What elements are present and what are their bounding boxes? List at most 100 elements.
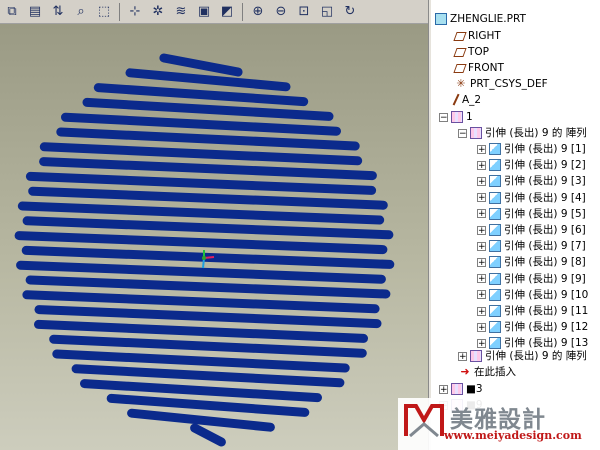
slot-feature[interactable] xyxy=(22,216,394,240)
toolbar-separator xyxy=(242,2,243,21)
tree-pattern-member[interactable]: + 引伸 (長出) 9 [4] xyxy=(477,190,586,206)
tree-item-label: 引伸 (長出) 9 [1] xyxy=(504,143,586,155)
copy-icon[interactable]: ⧉ xyxy=(2,2,22,22)
tree-pattern-member[interactable]: + 引伸 (長出) 9 [2] xyxy=(477,157,586,173)
tree-pattern-member[interactable]: + 引伸 (長出) 9 [10 xyxy=(477,287,588,303)
tree-pattern-member[interactable]: + 引伸 (長出) 9 [8] xyxy=(477,254,586,270)
tree-datum-csys[interactable]: ✳ PRT_CSYS_DEF xyxy=(455,76,548,92)
main-toolbar: ⧉ ▤ ⇅ ⌕ ⬚ ⊹ ✲ ≋ ▣ ◩ ⊕ ⊖ ⊡ ◱ ↻ xyxy=(0,0,428,24)
model-viewport[interactable] xyxy=(0,24,428,450)
expand-toggle-icon[interactable]: + xyxy=(477,225,486,235)
paste-icon[interactable]: ▤ xyxy=(25,2,45,22)
regenerate-icon[interactable]: ⇅ xyxy=(48,2,68,22)
extrude-icon xyxy=(489,191,501,204)
expand-toggle-icon[interactable]: + xyxy=(477,290,486,300)
logo-mark-icon xyxy=(404,404,444,438)
model-geometry xyxy=(14,53,395,447)
slot-feature[interactable] xyxy=(14,231,388,255)
datum-plane-icon xyxy=(453,63,467,73)
tree-datum-top[interactable]: TOP xyxy=(453,44,489,60)
slot-feature[interactable] xyxy=(127,408,275,432)
tree-pattern-2[interactable]: + 引伸 (長出) 9 的 陣列 xyxy=(458,348,587,364)
expand-toggle-icon[interactable]: + xyxy=(477,144,486,154)
find-icon[interactable]: ⌕ xyxy=(71,2,91,22)
slot-feature[interactable] xyxy=(71,364,345,388)
slot-feature[interactable] xyxy=(25,275,391,299)
tree-pattern-member[interactable]: + 引伸 (長出) 9 [7] xyxy=(477,238,586,254)
feature-icon xyxy=(451,111,463,123)
tree-item-label: 引伸 (長出) 9 [7] xyxy=(504,240,586,253)
slot-feature[interactable] xyxy=(17,201,385,225)
tree-datum-right[interactable]: RIGHT xyxy=(453,28,501,44)
expand-toggle-icon[interactable]: + xyxy=(477,241,486,251)
tree-pattern-member[interactable]: + 引伸 (長出) 9 [11 xyxy=(477,303,588,319)
sketch-icon[interactable]: ◩ xyxy=(217,2,237,22)
slot-feature[interactable] xyxy=(49,334,367,358)
spin-center-icon[interactable]: ✲ xyxy=(148,2,168,22)
tree-item-label: ■3 xyxy=(466,383,483,395)
slot-feature[interactable] xyxy=(61,112,341,136)
pattern-icon xyxy=(470,350,482,362)
expand-toggle-icon[interactable]: + xyxy=(477,209,486,219)
collapse-toggle-icon[interactable]: − xyxy=(458,128,467,138)
slot-feature[interactable] xyxy=(34,305,382,329)
refit-icon[interactable]: ⊡ xyxy=(294,2,314,22)
datum-display-icon[interactable]: ⊹ xyxy=(125,2,145,22)
tree-pattern-1[interactable]: − 引伸 (長出) 9 的 陣列 xyxy=(458,125,587,141)
repaint-icon[interactable]: ↻ xyxy=(340,2,360,22)
tree-pattern-member[interactable]: + 引伸 (長出) 9 [3] xyxy=(477,173,586,189)
part-icon xyxy=(435,13,447,25)
tree-item-label: 引伸 (長出) 9 的 陣列 xyxy=(485,127,587,139)
tree-pattern-member[interactable]: + 引伸 (長出) 9 [6] xyxy=(477,222,586,238)
extrude-icon xyxy=(489,224,501,236)
select-box-icon[interactable]: ⬚ xyxy=(94,2,114,22)
expand-toggle-icon[interactable]: + xyxy=(477,322,486,332)
slot-feature[interactable] xyxy=(159,53,243,77)
tree-insert-here[interactable]: ➜ 在此插入 xyxy=(459,364,516,380)
expand-toggle-icon[interactable]: + xyxy=(477,160,486,170)
slot-feature[interactable] xyxy=(22,290,380,314)
tree-pattern-member[interactable]: + 引伸 (長出) 9 [9] xyxy=(477,271,586,287)
expand-toggle-icon[interactable]: + xyxy=(477,338,486,348)
watermark-logo: 美雅設計 www.meiyadesign.com xyxy=(398,398,600,450)
slot-feature[interactable] xyxy=(16,260,386,284)
expand-toggle-icon[interactable]: + xyxy=(477,257,486,267)
orient-icon[interactable]: ◱ xyxy=(317,2,337,22)
expand-toggle-icon[interactable]: + xyxy=(458,351,467,361)
tree-root[interactable]: ZHENGLIE.PRT xyxy=(435,11,526,27)
saved-view-icon[interactable]: ▣ xyxy=(194,2,214,22)
model-tree: ZHENGLIE.PRT RIGHT TOP FRONT ✳ PRT_CSYS_… xyxy=(431,0,600,450)
slot-feature[interactable] xyxy=(25,171,377,195)
tree-datum-axis[interactable]: A_2 xyxy=(452,92,481,108)
slot-feature[interactable] xyxy=(190,423,226,447)
extrude-icon xyxy=(489,305,501,317)
tree-pattern-member[interactable]: + 引伸 (長出) 9 [1] xyxy=(477,141,586,157)
tree-item-label: FRONT xyxy=(468,62,504,74)
zoom-in-icon[interactable]: ⊕ xyxy=(248,2,268,22)
expand-toggle-icon[interactable]: + xyxy=(439,384,448,394)
expand-toggle-icon[interactable]: + xyxy=(477,176,486,186)
expand-toggle-icon[interactable]: + xyxy=(477,193,486,203)
csys-icon: ✳ xyxy=(456,77,466,90)
tree-datum-front[interactable]: FRONT xyxy=(453,60,504,76)
datum-plane-icon xyxy=(453,47,467,57)
tree-feature-1[interactable]: − 1 xyxy=(439,109,473,125)
zoom-out-icon[interactable]: ⊖ xyxy=(271,2,291,22)
slot-feature[interactable] xyxy=(125,68,291,92)
slot-feature[interactable] xyxy=(28,186,388,210)
expand-toggle-icon[interactable]: + xyxy=(477,306,486,316)
layers-icon[interactable]: ≋ xyxy=(171,2,191,22)
tree-item-label: PRT_CSYS_DEF xyxy=(470,78,548,90)
extrude-icon xyxy=(489,256,501,269)
tree-feature-3[interactable]: + ■3 xyxy=(439,381,483,397)
tree-pattern-member[interactable]: + 引伸 (長出) 9 [5] xyxy=(477,206,586,222)
collapse-toggle-icon[interactable]: − xyxy=(439,112,448,122)
extrude-icon xyxy=(489,159,501,172)
tree-item-label: 引伸 (長出) 9 [10 xyxy=(504,288,589,301)
tree-pattern-member[interactable]: + 引伸 (長出) 9 [12 xyxy=(477,319,588,335)
tree-item-label: 引伸 (長出) 9 [5] xyxy=(504,207,586,220)
expand-toggle-icon[interactable]: + xyxy=(477,274,486,284)
slot-feature[interactable] xyxy=(39,142,363,166)
tree-item-label: 引伸 (長出) 9 [12 xyxy=(504,321,589,334)
extrude-icon xyxy=(489,288,501,301)
